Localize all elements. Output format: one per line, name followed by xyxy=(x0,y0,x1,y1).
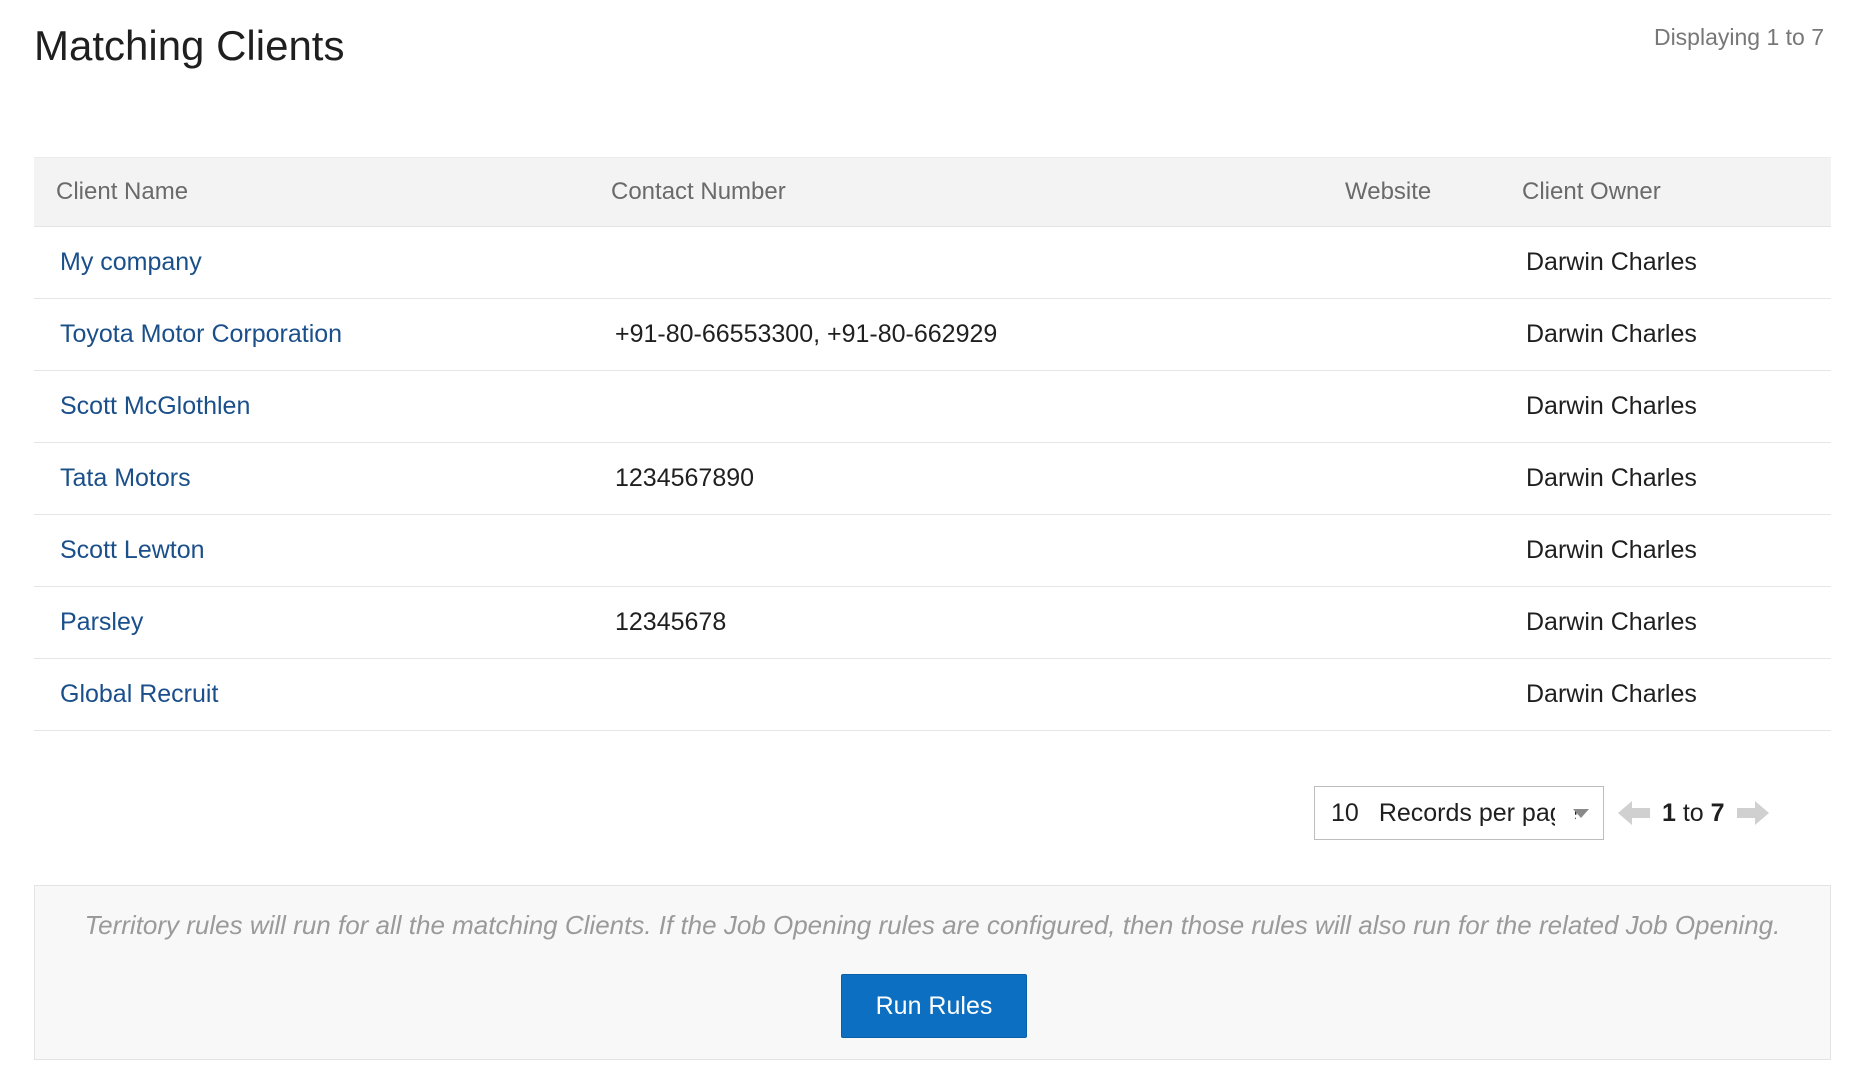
rules-note: Territory rules will run for all the mat… xyxy=(84,910,1781,940)
client-name-link[interactable]: My company xyxy=(34,248,589,277)
column-header-website: Website xyxy=(1345,178,1432,205)
table-row: Scott Lewton Darwin Charles xyxy=(34,515,1831,587)
clients-table: Client Name Contact Number Website Clien… xyxy=(34,157,1831,731)
client-owner: Darwin Charles xyxy=(1526,248,1697,276)
page-range: 1 to 7 xyxy=(1662,799,1725,828)
client-owner: Darwin Charles xyxy=(1526,392,1697,420)
records-per-page-select[interactable]: 10 Records per page xyxy=(1314,786,1604,840)
column-header-client-name: Client Name xyxy=(56,178,189,205)
client-owner: Darwin Charles xyxy=(1526,680,1697,708)
arrow-left-icon[interactable] xyxy=(1618,799,1652,827)
client-name-link[interactable]: Scott McGlothlen xyxy=(34,392,589,421)
records-per-page-label: Records per page xyxy=(1378,798,1578,827)
matching-clients-page: Matching Clients Displaying 1 to 7 Clien… xyxy=(0,0,1864,1076)
client-name-link[interactable]: Parsley xyxy=(34,608,589,637)
records-per-page-value: 10 xyxy=(1331,798,1359,827)
client-name-link[interactable]: Scott Lewton xyxy=(34,536,589,565)
range-end: 7 xyxy=(1710,798,1725,827)
chevron-down-icon xyxy=(1573,809,1589,818)
contact-number: 12345678 xyxy=(615,608,727,636)
table-row: Tata Motors 1234567890 Darwin Charles xyxy=(34,443,1831,515)
column-header-contact-number: Contact Number xyxy=(611,178,786,205)
rules-panel: Territory rules will run for all the mat… xyxy=(34,885,1831,1060)
client-owner: Darwin Charles xyxy=(1526,608,1697,636)
range-start: 1 xyxy=(1662,798,1676,827)
client-owner: Darwin Charles xyxy=(1526,464,1697,492)
range-separator: to xyxy=(1682,798,1704,827)
run-rules-button[interactable]: Run Rules xyxy=(841,974,1027,1038)
table-row: Toyota Motor Corporation +91-80-66553300,… xyxy=(34,299,1831,371)
pagination: 10 Records per page 1 to 7 xyxy=(1314,786,1779,840)
arrow-right-icon[interactable] xyxy=(1735,799,1769,827)
table-row: Parsley 12345678 Darwin Charles xyxy=(34,587,1831,659)
table-row: Global Recruit Darwin Charles xyxy=(34,659,1831,731)
table-row: My company Darwin Charles xyxy=(34,227,1831,299)
client-name-link[interactable]: Global Recruit xyxy=(34,680,589,709)
column-header-client-owner: Client Owner xyxy=(1522,178,1661,205)
table-header: Client Name Contact Number Website Clien… xyxy=(34,157,1831,227)
table-body: My company Darwin Charles Toyota Motor Cor… xyxy=(34,227,1831,731)
client-owner: Darwin Charles xyxy=(1526,536,1697,564)
client-name-link[interactable]: Tata Motors xyxy=(34,464,589,493)
page-title: Matching Clients xyxy=(34,22,345,69)
client-name-link[interactable]: Toyota Motor Corporation xyxy=(34,320,589,349)
table-row: Scott McGlothlen Darwin Charles xyxy=(34,371,1831,443)
select-fade xyxy=(1555,787,1575,839)
client-owner: Darwin Charles xyxy=(1526,320,1697,348)
contact-number: 1234567890 xyxy=(615,464,755,492)
displaying-count: Displaying 1 to 7 xyxy=(1653,24,1824,50)
contact-number: +91-80-66553300, +91-80-662929 xyxy=(615,320,998,348)
